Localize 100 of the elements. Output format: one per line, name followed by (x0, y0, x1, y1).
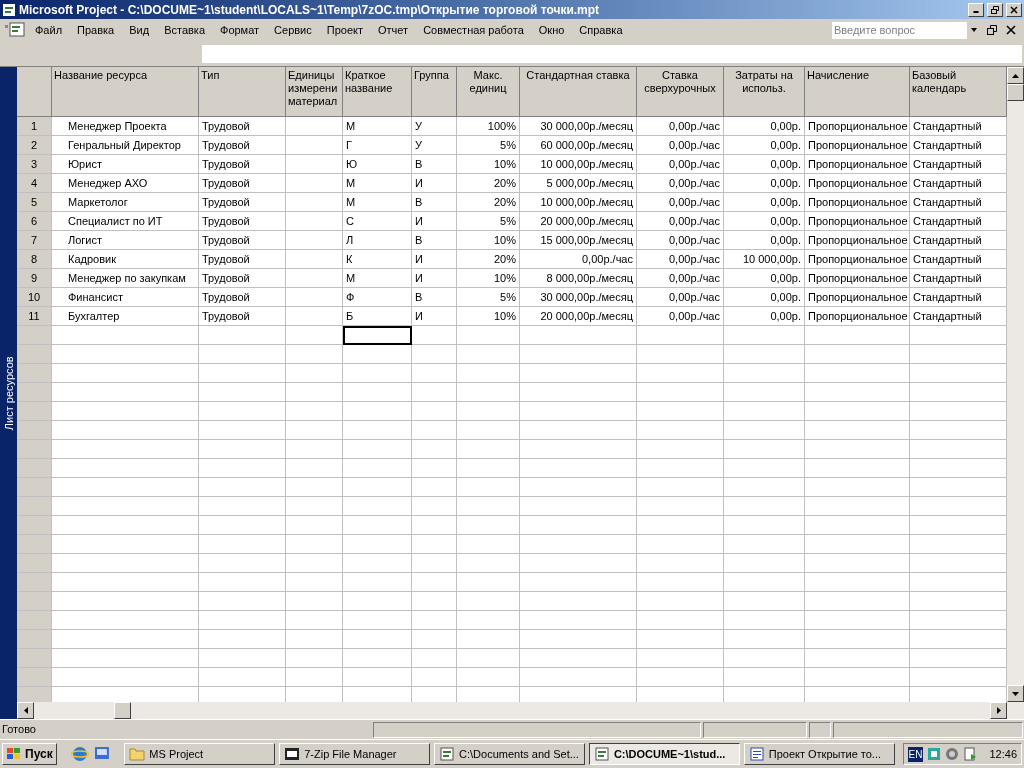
help-search-field[interactable]: Введите вопрос (832, 21, 967, 39)
row-number[interactable]: 2 (17, 136, 52, 155)
table-cell: Трудовой (199, 117, 286, 136)
column-header[interactable]: Базовый календарь (910, 67, 1007, 117)
taskbar-button[interactable]: Проект Открытие то... (743, 743, 895, 765)
menu-item[interactable]: Вставка (158, 21, 211, 39)
table-cell: Трудовой (199, 307, 286, 326)
horizontal-scrollbar[interactable] (17, 702, 1024, 719)
entry-field[interactable] (202, 44, 1022, 63)
row-header[interactable] (17, 630, 52, 649)
menu-item[interactable]: Отчет (372, 21, 415, 39)
status-pane (809, 721, 831, 738)
row-header[interactable] (17, 592, 52, 611)
down-arrow-icon[interactable] (1012, 691, 1019, 696)
active-cell[interactable] (343, 326, 412, 345)
network-icon[interactable] (927, 747, 942, 761)
row-header[interactable] (17, 345, 52, 364)
row-number[interactable]: 11 (17, 307, 52, 326)
close-icon[interactable] (1006, 25, 1016, 35)
menu-item[interactable]: Правка (71, 21, 121, 39)
column-header[interactable]: Макс. единиц (457, 67, 520, 117)
table-cell: 5% (457, 212, 520, 231)
table-cell: Пропорциональное (805, 307, 910, 326)
column-header[interactable]: Краткое название (343, 67, 412, 117)
restore-icon[interactable] (987, 25, 997, 35)
language-indicator[interactable]: EN (907, 746, 924, 762)
row-header[interactable] (17, 402, 52, 421)
row-header[interactable] (17, 611, 52, 630)
vertical-scrollbar[interactable] (1007, 67, 1024, 702)
row-header[interactable] (17, 421, 52, 440)
dropdown-icon[interactable] (970, 27, 978, 33)
menu-item[interactable]: Формат (214, 21, 266, 39)
close-button[interactable] (1006, 2, 1022, 17)
row-header[interactable] (17, 554, 52, 573)
minimize-button[interactable] (968, 2, 984, 17)
taskbar-button[interactable]: C:\Documents and Set... (434, 743, 585, 765)
row-number[interactable]: 10 (17, 288, 52, 307)
table-cell: И (412, 174, 457, 193)
empty-cell (412, 497, 457, 516)
row-header[interactable] (17, 535, 52, 554)
row-header[interactable] (17, 478, 52, 497)
row-number[interactable]: 1 (17, 117, 52, 136)
row-header[interactable] (17, 516, 52, 535)
row-header[interactable] (17, 668, 52, 687)
row-header[interactable] (17, 649, 52, 668)
empty-cell (286, 212, 343, 231)
menu-item[interactable]: Справка (573, 21, 629, 39)
document-icon (439, 747, 456, 761)
column-header[interactable]: Начисление (805, 67, 910, 117)
row-header[interactable] (17, 383, 52, 402)
row-header[interactable] (17, 326, 52, 345)
menu-item[interactable]: Окно (532, 21, 571, 39)
menu-item[interactable]: Проект (320, 21, 369, 39)
start-button[interactable]: Пуск (2, 743, 57, 765)
row-header[interactable] (17, 687, 52, 702)
menu-item[interactable]: Совместная работа (417, 21, 530, 39)
scroll-thumb[interactable] (1007, 84, 1024, 101)
select-all-corner[interactable] (17, 67, 52, 117)
row-header[interactable] (17, 497, 52, 516)
row-number[interactable]: 7 (17, 231, 52, 250)
empty-cell (412, 345, 457, 364)
project-doc-icon[interactable] (4, 22, 26, 38)
row-header[interactable] (17, 459, 52, 478)
row-number[interactable]: 5 (17, 193, 52, 212)
column-header[interactable]: Единицы измерени материал (286, 67, 343, 117)
taskbar-button[interactable]: 7-Zip File Manager (279, 743, 431, 765)
column-header[interactable]: Ставка сверхурочных (637, 67, 724, 117)
row-number[interactable]: 8 (17, 250, 52, 269)
restore-button[interactable] (987, 2, 1003, 17)
table-cell: 0,00р. (724, 136, 805, 155)
row-header[interactable] (17, 440, 52, 459)
table-cell: Кадровик (52, 250, 199, 269)
row-number[interactable]: 6 (17, 212, 52, 231)
menu-item[interactable]: Сервис (268, 21, 318, 39)
scroll-thumb[interactable] (114, 702, 131, 719)
row-header[interactable] (17, 364, 52, 383)
right-arrow-icon[interactable] (996, 707, 1001, 714)
table-cell: 0,00р. (724, 155, 805, 174)
column-header[interactable]: Стандартная ставка (520, 67, 637, 117)
empty-cell (343, 440, 412, 459)
table-cell: 10% (457, 155, 520, 174)
device-icon[interactable] (963, 747, 978, 761)
column-header[interactable]: Тип (199, 67, 286, 117)
left-arrow-icon[interactable] (23, 707, 28, 714)
table-cell: 20% (457, 193, 520, 212)
taskbar-button[interactable]: C:\DOCUME~1\stud... (588, 743, 740, 765)
table-cell: Финансист (52, 288, 199, 307)
menu-item[interactable]: Файл (29, 21, 69, 39)
column-header[interactable]: Затраты на использ. (724, 67, 805, 117)
taskbar-button[interactable]: MS Project (124, 743, 276, 765)
row-number[interactable]: 9 (17, 269, 52, 288)
row-header[interactable] (17, 573, 52, 592)
menu-item[interactable]: Вид (123, 21, 156, 39)
column-header[interactable]: Название ресурса (52, 67, 199, 117)
up-arrow-icon[interactable] (1012, 73, 1019, 78)
browser-icon[interactable] (70, 745, 89, 763)
row-number[interactable]: 3 (17, 155, 52, 174)
column-header[interactable]: Группа (412, 67, 457, 117)
row-number[interactable]: 4 (17, 174, 52, 193)
speaker-icon[interactable] (945, 747, 960, 761)
